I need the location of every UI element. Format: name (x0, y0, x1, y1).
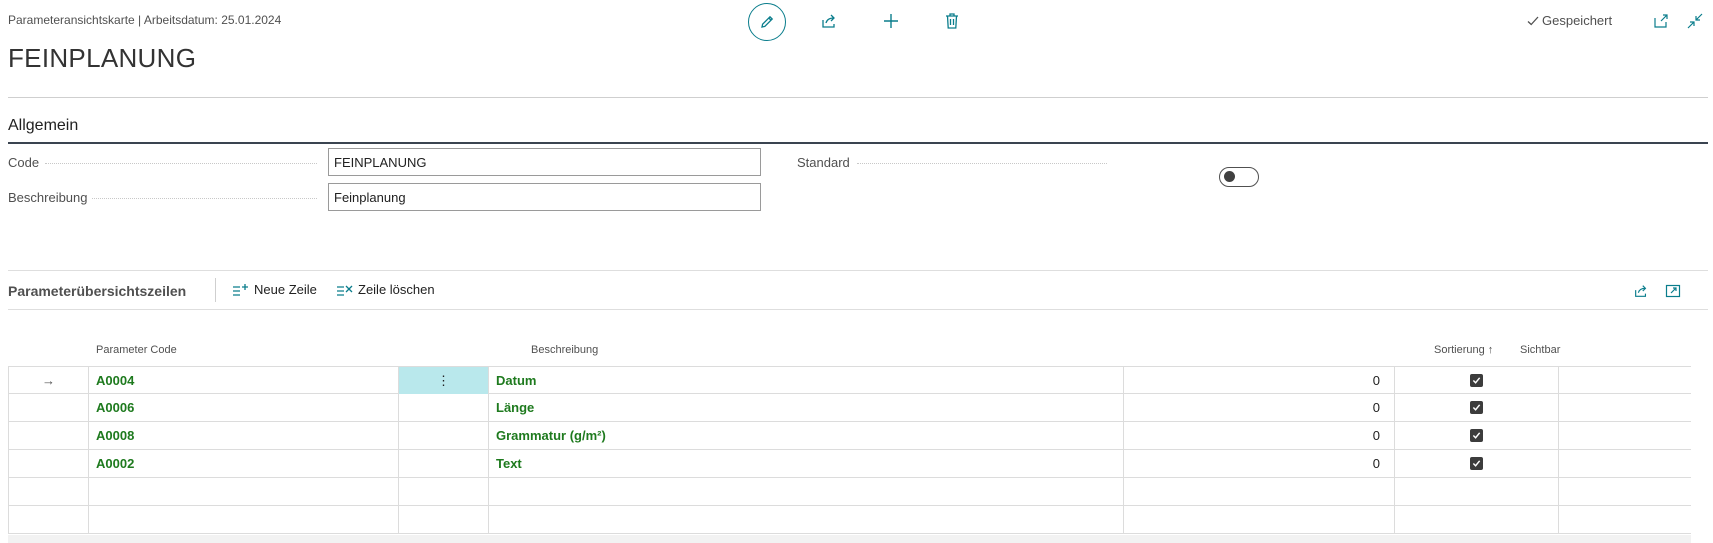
column-header-description[interactable]: Beschreibung (531, 344, 598, 356)
standard-leader-dots (857, 163, 1107, 164)
checkmark-icon (1527, 16, 1539, 25)
row-actions-menu[interactable] (399, 450, 489, 477)
row-actions-menu[interactable] (399, 422, 489, 449)
code-label: Code (8, 155, 40, 170)
row-code[interactable] (89, 506, 399, 533)
grid-footer-strip (8, 535, 1691, 543)
row-actions-menu[interactable] (399, 394, 489, 421)
row-description[interactable] (489, 506, 1124, 533)
collapse-button[interactable] (1685, 11, 1705, 31)
row-actions-menu[interactable] (399, 478, 489, 505)
row-code[interactable]: A0008 (89, 422, 399, 449)
edit-icon (761, 15, 774, 28)
empty-row[interactable] (8, 506, 1691, 534)
collapse-icon (1687, 13, 1703, 29)
table-row[interactable]: A0006 Länge 0 (8, 394, 1691, 422)
edit-button[interactable] (748, 3, 786, 41)
popout-icon (1654, 14, 1668, 28)
checkbox-checked-icon (1470, 401, 1483, 414)
code-leader-dots (45, 163, 317, 164)
breadcrumb: Parameteransichtskarte | Arbeitsdatum: 2… (8, 13, 282, 27)
open-new-window-button[interactable] (1651, 11, 1671, 31)
column-header-sort-label: Sortierung (1434, 344, 1485, 356)
saved-label: Gespeichert (1542, 13, 1613, 28)
new-line-label: Neue Zeile (254, 282, 317, 297)
expand-lines-button[interactable] (1664, 282, 1682, 300)
row-code[interactable]: A0006 (89, 394, 399, 421)
lines-divider-bottom (8, 309, 1708, 310)
row-visible-checkbox[interactable] (1395, 367, 1559, 394)
row-actions-menu[interactable]: ⋮ (399, 367, 489, 394)
row-marker (8, 394, 89, 421)
checkbox-checked-icon (1470, 457, 1483, 470)
description-label: Beschreibung (8, 190, 88, 205)
share-lines-icon (1635, 285, 1647, 297)
lines-grid: → A0004 ⋮ Datum 0 A0006 Länge 0 A0008 Gr… (8, 366, 1691, 534)
empty-row[interactable] (8, 478, 1691, 506)
row-marker (8, 422, 89, 449)
share-lines-button[interactable] (1632, 282, 1650, 300)
share-icon (822, 14, 835, 28)
row-visible-checkbox[interactable] (1395, 478, 1559, 505)
row-visible-checkbox[interactable] (1395, 394, 1559, 421)
row-visible-checkbox[interactable] (1395, 506, 1559, 533)
row-sort[interactable]: 0 (1124, 394, 1395, 421)
column-header-visible[interactable]: Sichtbar (1520, 344, 1560, 356)
saved-status: Gespeichert (1527, 13, 1612, 28)
row-description[interactable]: Länge (489, 394, 1124, 421)
sort-ascending-icon: ↑ (1487, 344, 1494, 356)
row-sort[interactable] (1124, 506, 1395, 533)
table-row[interactable]: A0008 Grammatur (g/m²) 0 (8, 422, 1691, 450)
code-field[interactable]: FEINPLANUNG (328, 148, 761, 176)
description-leader-dots (92, 198, 317, 199)
row-code[interactable]: A0002 (89, 450, 399, 477)
trash-icon (946, 13, 958, 29)
row-sort[interactable]: 0 (1124, 422, 1395, 449)
delete-button[interactable] (941, 10, 963, 32)
title-divider (8, 97, 1708, 98)
delete-line-button[interactable]: Zeile löschen (336, 282, 435, 297)
row-description[interactable]: Datum (489, 367, 1124, 394)
standard-toggle[interactable] (1219, 167, 1259, 187)
delete-line-icon (336, 283, 354, 297)
description-field[interactable]: Feinplanung (328, 183, 761, 211)
row-sort[interactable] (1124, 478, 1395, 505)
row-sort[interactable]: 0 (1124, 367, 1395, 394)
page-title: FEINPLANUNG (8, 43, 197, 73)
checkbox-checked-icon (1470, 429, 1483, 442)
row-visible-checkbox[interactable] (1395, 422, 1559, 449)
plus-icon (884, 14, 898, 28)
column-header-code[interactable]: Parameter Code (96, 344, 177, 356)
row-marker (8, 450, 89, 477)
row-marker (8, 506, 89, 533)
row-code[interactable] (89, 478, 399, 505)
row-description[interactable] (489, 478, 1124, 505)
standard-label: Standard (797, 155, 850, 170)
current-row-marker: → (8, 367, 89, 394)
toggle-knob (1224, 171, 1235, 182)
table-row[interactable]: → A0004 ⋮ Datum 0 (8, 366, 1691, 394)
checkbox-checked-icon (1470, 374, 1483, 387)
row-description[interactable]: Grammatur (g/m²) (489, 422, 1124, 449)
lines-section-title[interactable]: Parameterübersichtszeilen (8, 283, 186, 299)
section-heading-general[interactable]: Allgemein (8, 117, 78, 135)
row-marker (8, 478, 89, 505)
delete-line-label: Zeile löschen (358, 282, 435, 297)
row-visible-checkbox[interactable] (1395, 450, 1559, 477)
toolbar-separator (215, 278, 216, 302)
section-divider (8, 142, 1708, 144)
share-button[interactable] (818, 10, 840, 32)
row-actions-menu[interactable] (399, 506, 489, 533)
table-row[interactable]: A0002 Text 0 (8, 450, 1691, 478)
column-header-sort[interactable]: Sortierung ↑ (1434, 344, 1493, 356)
row-sort[interactable]: 0 (1124, 450, 1395, 477)
new-line-button[interactable]: Neue Zeile (232, 282, 317, 297)
row-description[interactable]: Text (489, 450, 1124, 477)
new-line-icon (232, 283, 250, 297)
row-code[interactable]: A0004 (89, 367, 399, 394)
new-button[interactable] (880, 10, 902, 32)
expand-icon (1665, 284, 1681, 298)
lines-divider-top (8, 270, 1708, 271)
